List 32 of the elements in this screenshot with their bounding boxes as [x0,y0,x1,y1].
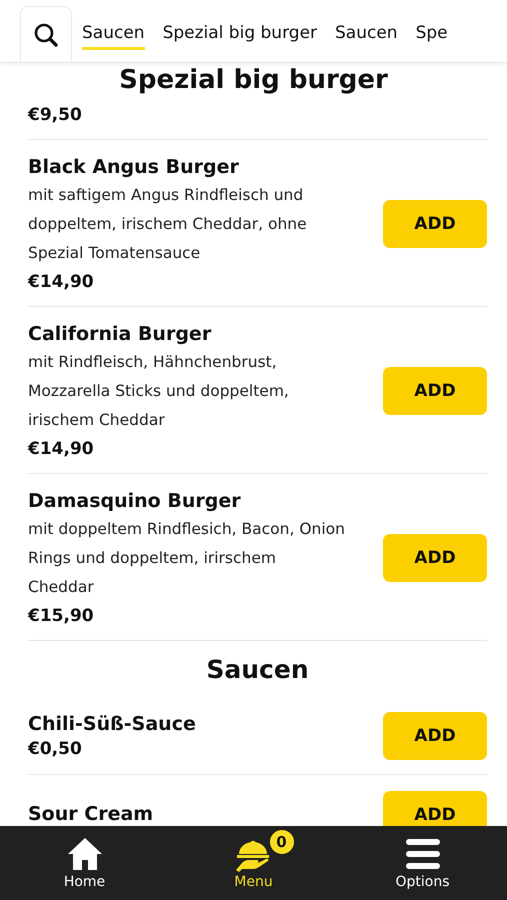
search-button[interactable] [20,6,72,62]
nav-tab[interactable]: Home [0,826,169,900]
item-price: €9,50 [28,105,83,125]
item-price: €14,90 [28,272,95,292]
item-name: Black Angus Burger [28,156,240,178]
item-name: Sour Cream [28,802,154,824]
add-button[interactable]: ADD [383,367,487,415]
item-name: Chili-Süß-Sauce [28,713,197,735]
item-description: mit Rindfleisch, Hähnchenbrust, Mozzarella Sticks und doppeltem, irischem Cheddar [28,352,290,431]
add-button[interactable]: ADD [383,534,487,582]
category-tab[interactable]: Saucen [335,18,398,50]
item-name: California Burger [28,323,212,345]
item-description: mit doppeltem Rindflesich, Bacon, Onion Rings und doppeltem, irirschem Cheddar [28,519,346,598]
item-price: €0,50 [28,739,83,759]
cart-count-badge: 0 [268,828,296,856]
menu-icon [404,836,440,872]
category-tab[interactable]: Spezial big burger [162,18,318,50]
nav-tab[interactable]: 0 Menu [169,826,338,900]
home-icon [66,836,104,872]
item-name: Damasquino Burger [28,490,242,512]
add-button[interactable]: ADD [383,791,487,826]
section-heading: Saucen [205,654,310,686]
item-price: €14,90 [28,439,95,459]
item-description: mit saftigem Angus Rindfleisch und doppeltem, irischem Cheddar, ohne Spezial Tomatensauce [28,185,308,264]
search-icon [33,22,59,48]
item-price: €15,90 [28,606,95,626]
category-tab[interactable]: Saucen [82,18,145,50]
add-button[interactable]: ADD [383,712,487,760]
section-heading: Spezial big burger [118,64,389,97]
category-tab[interactable]: Spe [416,18,448,50]
add-button[interactable]: ADD [383,200,487,248]
nav-tab[interactable]: Options [338,826,507,900]
